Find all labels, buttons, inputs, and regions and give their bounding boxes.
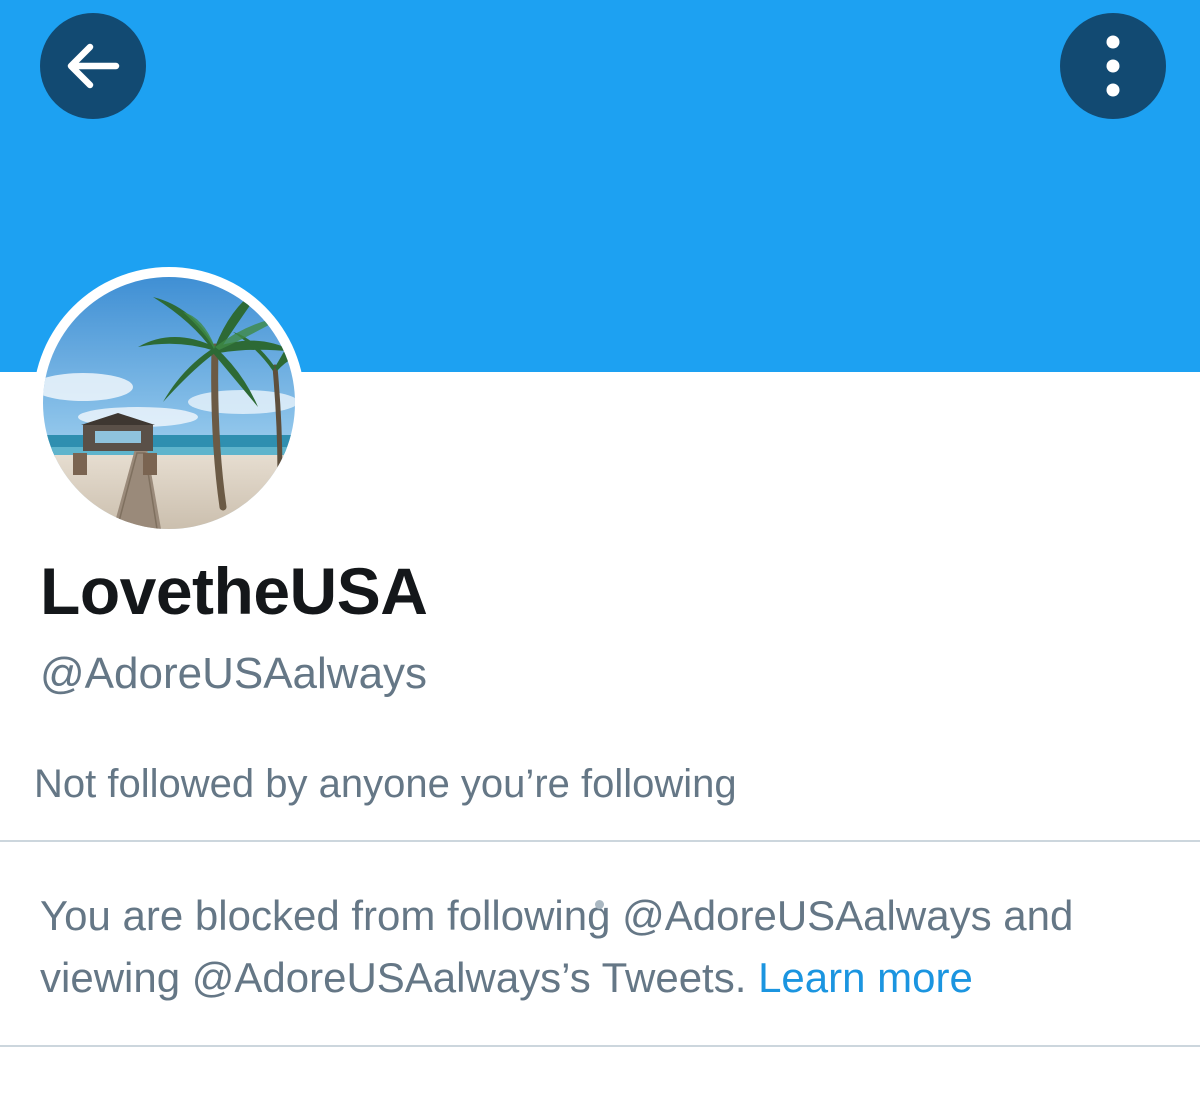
learn-more-link[interactable]: Learn more [758, 954, 973, 1001]
avatar[interactable] [33, 267, 305, 539]
scroll-indicator [595, 900, 604, 909]
more-vertical-icon [1106, 35, 1120, 97]
arrow-left-icon [67, 43, 120, 89]
divider [0, 840, 1200, 842]
profile-handle: @AdoreUSAalways [40, 649, 428, 698]
beach-palm-avatar [43, 277, 295, 529]
blocked-notice: You are blocked from following @AdoreUSA… [40, 885, 1180, 1009]
display-name: LovetheUSA [40, 554, 428, 628]
followers-you-know: Not followed by anyone you’re following [34, 762, 737, 806]
divider [0, 1045, 1200, 1047]
back-button[interactable] [40, 13, 146, 119]
more-options-button[interactable] [1060, 13, 1166, 119]
